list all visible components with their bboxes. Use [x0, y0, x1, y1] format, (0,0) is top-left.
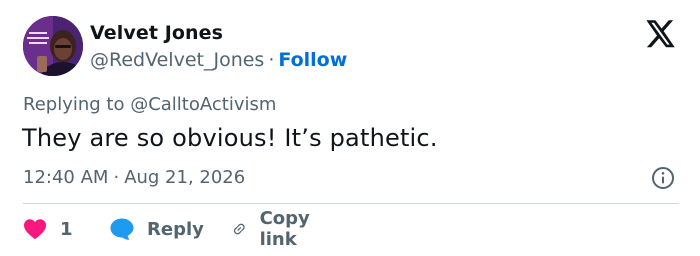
like-button[interactable]: 1	[23, 216, 73, 242]
avatar[interactable]	[23, 16, 83, 76]
reply-label: Reply	[147, 218, 204, 240]
like-count: 1	[60, 218, 73, 240]
author-handle[interactable]: @RedVelvet_Jones	[90, 49, 264, 71]
link-icon	[233, 223, 245, 235]
author-handle-row: @RedVelvet_Jones · Follow	[90, 49, 347, 71]
heart-icon	[24, 219, 46, 240]
info-icon[interactable]	[651, 166, 675, 190]
copy-link-button[interactable]: Copy link	[231, 208, 319, 250]
avatar-image	[23, 16, 83, 76]
replying-to: Replying to @CalltoActivism	[23, 94, 277, 115]
tweet-text: They are so obvious! It’s pathetic.	[22, 124, 438, 152]
tweet-card: Velvet Jones @RedVelvet_Jones · Follow Rep…	[0, 0, 700, 256]
follow-button[interactable]: Follow	[278, 49, 347, 71]
author-name[interactable]: Velvet Jones	[90, 22, 223, 44]
tweet-date: Aug 21, 2026	[124, 167, 246, 188]
timestamp-separator: ·	[113, 167, 120, 188]
x-logo-icon[interactable]	[646, 20, 676, 48]
tweet-timestamp[interactable]: 12:40 AM · Aug 21, 2026	[23, 167, 245, 188]
speech-bubble-icon	[110, 218, 134, 240]
handle-separator: ·	[268, 49, 275, 71]
copy-link-label: Copy link	[259, 208, 310, 250]
divider	[23, 203, 679, 204]
reply-button[interactable]: Reply	[109, 216, 204, 242]
tweet-time: 12:40 AM	[23, 167, 109, 188]
